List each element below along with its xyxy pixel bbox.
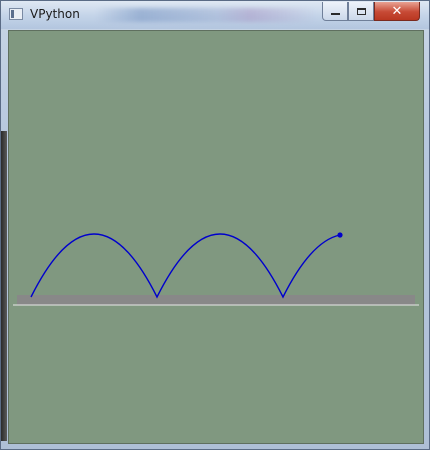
title-bar[interactable]: VPython ✕ — [1, 1, 429, 29]
window-shadow-edge — [1, 131, 7, 441]
maximize-icon — [356, 7, 366, 15]
app-icon[interactable] — [9, 8, 23, 20]
close-icon: ✕ — [391, 3, 403, 19]
close-button[interactable]: ✕ — [374, 2, 420, 21]
vpython-canvas[interactable] — [8, 30, 424, 444]
maximize-button[interactable] — [348, 2, 374, 21]
minimize-button[interactable] — [322, 2, 348, 21]
title-bar-blur — [96, 8, 316, 22]
window-title: VPython — [30, 7, 80, 21]
ball-trail — [30, 233, 341, 299]
ball[interactable] — [337, 232, 343, 238]
minimize-icon — [330, 12, 340, 15]
scene-svg — [13, 232, 419, 306]
vpython-window: VPython ✕ — [0, 0, 430, 450]
floor-slab — [17, 295, 415, 305]
